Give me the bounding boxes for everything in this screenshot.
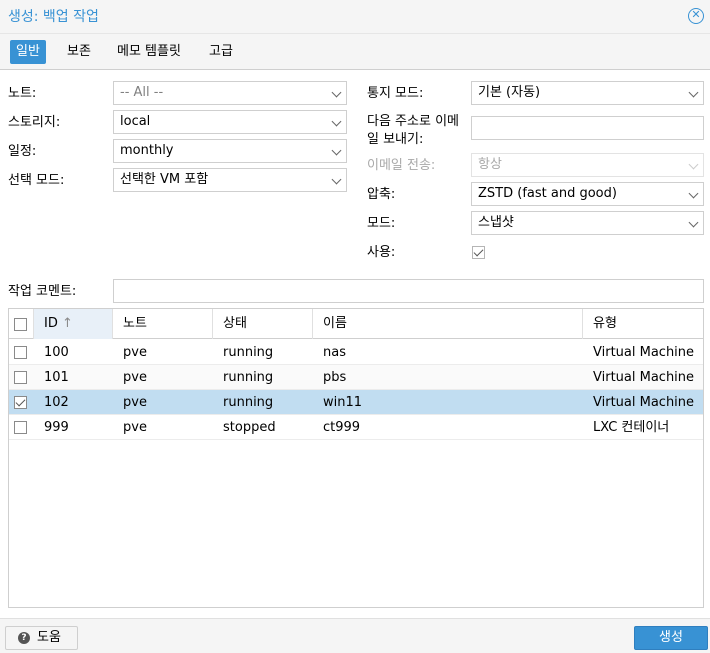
row-node: pve	[123, 420, 147, 435]
dialog-title-bar: 생성: 백업 작업 ✕	[0, 0, 710, 34]
chevron-down-icon	[331, 87, 342, 98]
row-name: pbs	[323, 370, 347, 385]
row-id: 999	[44, 420, 69, 435]
email-to-label-line1: 다음 주소로 이메	[367, 114, 459, 129]
dialog-footer: ? 도움 생성	[0, 618, 710, 653]
schedule-label: 일정:	[8, 144, 37, 159]
row-node: pve	[123, 395, 147, 410]
sort-arrow-up-icon: ↑	[62, 316, 73, 331]
table-row[interactable]: 102 pve running win11 Virtual Machine	[9, 390, 703, 415]
column-header-node[interactable]: 노트	[113, 309, 213, 339]
enable-label: 사용:	[367, 245, 396, 260]
email-to-input[interactable]	[471, 116, 704, 140]
compression-value: ZSTD (fast and good)	[478, 186, 617, 201]
storage-select[interactable]: local	[113, 110, 347, 134]
row-name: win11	[323, 395, 363, 410]
row-id: 100	[44, 345, 69, 360]
row-checkbox[interactable]	[14, 371, 27, 384]
job-comment-input[interactable]	[113, 279, 704, 303]
email-to-label-line2: 일 보내기:	[367, 132, 424, 147]
row-status: running	[223, 370, 274, 385]
mode-value: 스냅샷	[478, 215, 514, 230]
tab-note-template[interactable]: 메모 템플릿	[111, 40, 187, 64]
node-value: -- All --	[120, 85, 164, 100]
selection-mode-label: 선택 모드:	[8, 173, 65, 188]
row-type: LXC 컨테이너	[593, 420, 670, 435]
schedule-value: monthly	[120, 143, 174, 158]
row-type: Virtual Machine	[593, 370, 695, 385]
row-id: 102	[44, 395, 69, 410]
row-node: pve	[123, 345, 147, 360]
compression-label: 압축:	[367, 187, 396, 202]
table-row[interactable]: 999 pve stopped ct999 LXC 컨테이너	[9, 415, 703, 440]
help-button[interactable]: ? 도움	[5, 626, 78, 650]
header-select-all[interactable]	[9, 309, 34, 339]
tab-general[interactable]: 일반	[10, 40, 46, 64]
close-icon[interactable]: ✕	[688, 8, 704, 24]
select-all-checkbox[interactable]	[14, 318, 27, 331]
column-header-id-label: ID	[44, 316, 58, 331]
mode-label: 모드:	[367, 216, 396, 231]
row-checkbox[interactable]	[14, 396, 27, 409]
question-circle-icon: ?	[18, 632, 30, 644]
row-node: pve	[123, 370, 147, 385]
row-status: running	[223, 345, 274, 360]
chevron-down-icon	[688, 159, 699, 170]
compression-select[interactable]: ZSTD (fast and good)	[471, 182, 704, 206]
enable-checkbox[interactable]	[472, 246, 485, 259]
row-checkbox[interactable]	[14, 421, 27, 434]
row-status: stopped	[223, 420, 276, 435]
storage-value: local	[120, 114, 151, 129]
table-row[interactable]: 100 pve running nas Virtual Machine	[9, 340, 703, 365]
tab-bar: 일반 보존 메모 템플릿 고급	[0, 34, 710, 70]
notify-mode-value: 기본 (자동)	[478, 85, 541, 100]
selection-mode-select[interactable]: 선택한 VM 포함	[113, 168, 347, 192]
email-send-label: 이메일 전송:	[367, 158, 436, 173]
node-label: 노트:	[8, 86, 37, 101]
row-type: Virtual Machine	[593, 395, 695, 410]
chevron-down-icon	[688, 217, 699, 228]
row-type: Virtual Machine	[593, 345, 695, 360]
email-send-value: 항상	[478, 157, 502, 172]
column-header-name[interactable]: 이름	[313, 309, 583, 339]
row-checkbox[interactable]	[14, 346, 27, 359]
chevron-down-icon	[688, 188, 699, 199]
column-header-id[interactable]: ID ↑	[34, 309, 113, 339]
row-name: ct999	[323, 420, 361, 435]
tab-retention[interactable]: 보존	[61, 40, 97, 64]
create-button[interactable]: 생성	[634, 626, 708, 650]
row-status: running	[223, 395, 274, 410]
help-button-label: 도움	[37, 630, 61, 645]
tab-advanced[interactable]: 고급	[203, 40, 239, 64]
row-name: nas	[323, 345, 346, 360]
email-send-select: 항상	[471, 153, 704, 177]
storage-label: 스토리지:	[8, 115, 61, 130]
notify-mode-select[interactable]: 기본 (자동)	[471, 81, 704, 105]
node-select[interactable]: -- All --	[113, 81, 347, 105]
chevron-down-icon	[331, 145, 342, 156]
column-header-type[interactable]: 유형	[583, 309, 703, 339]
table-row[interactable]: 101 pve running pbs Virtual Machine	[9, 365, 703, 390]
chevron-down-icon	[331, 174, 342, 185]
notify-mode-label: 통지 모드:	[367, 86, 424, 101]
selection-mode-value: 선택한 VM 포함	[120, 172, 209, 187]
row-id: 101	[44, 370, 69, 385]
vm-grid: ID ↑ 노트 상태 이름 유형 100 pve running nas Vir…	[8, 308, 704, 608]
job-comment-label: 작업 코멘트:	[8, 284, 77, 299]
mode-select[interactable]: 스냅샷	[471, 211, 704, 235]
schedule-select[interactable]: monthly	[113, 139, 347, 163]
chevron-down-icon	[688, 87, 699, 98]
dialog-title: 생성: 백업 작업	[8, 9, 99, 25]
chevron-down-icon	[331, 116, 342, 127]
grid-header: ID ↑ 노트 상태 이름 유형	[9, 309, 703, 339]
column-header-status[interactable]: 상태	[213, 309, 313, 339]
